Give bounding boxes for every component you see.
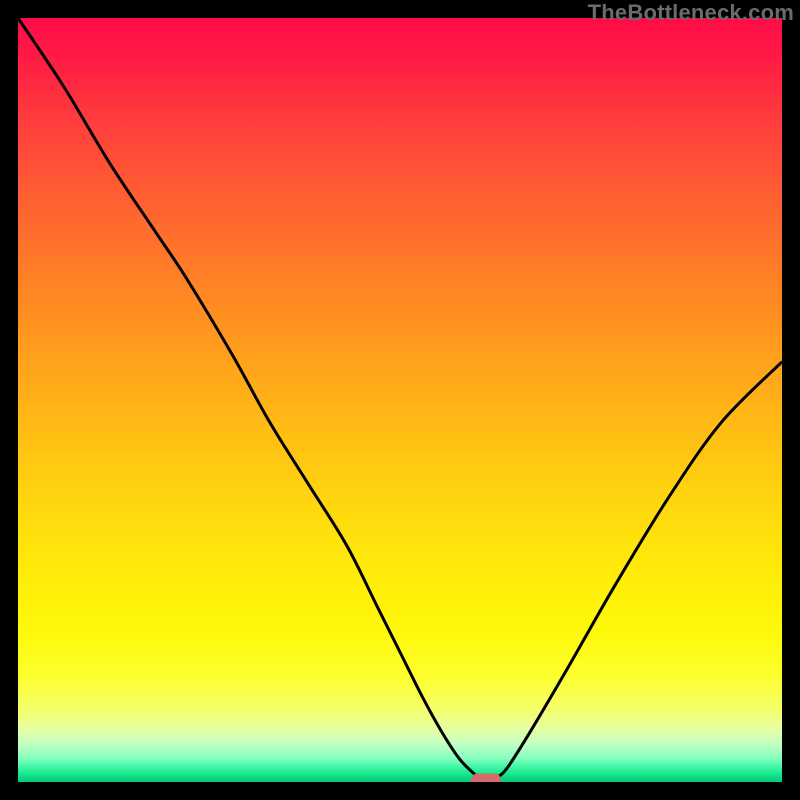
bottleneck-curve [18,18,782,782]
chart-frame: TheBottleneck.com [0,0,800,800]
watermark-text: TheBottleneck.com [588,0,794,26]
plot-area [18,18,782,782]
optimal-point-marker [471,773,501,782]
